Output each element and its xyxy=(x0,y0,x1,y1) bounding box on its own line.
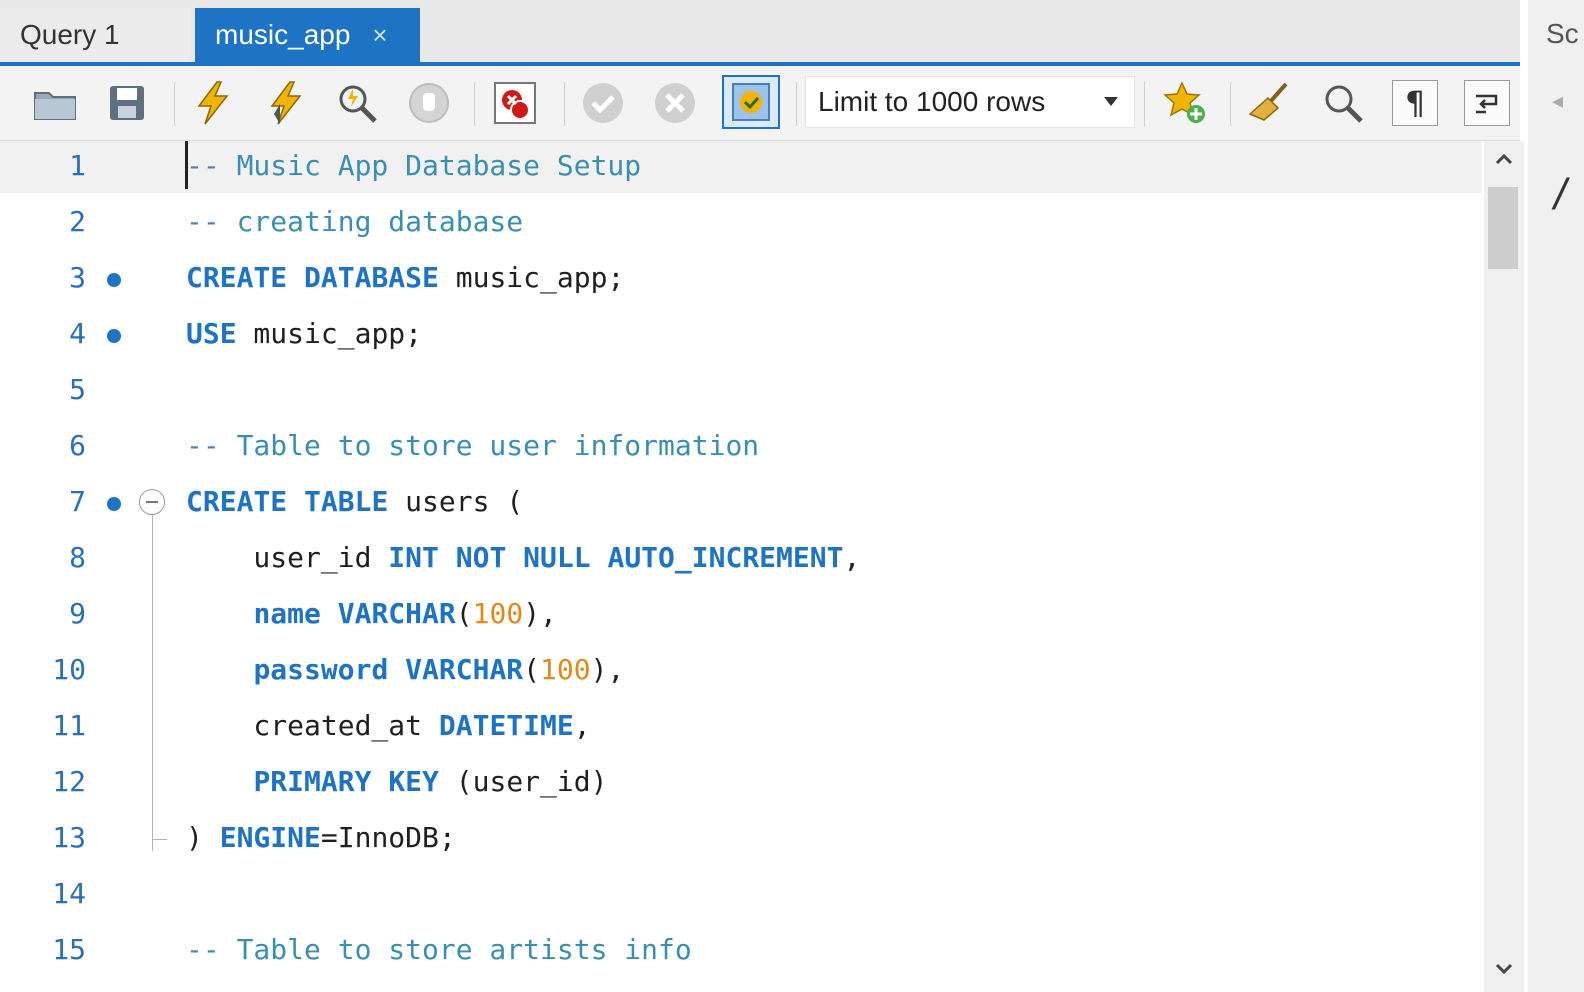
toolbar-separator xyxy=(474,82,475,126)
code-line[interactable]: CREATE TABLE users ( xyxy=(186,485,523,518)
code-line[interactable]: CREATE DATABASE music_app; xyxy=(186,261,624,294)
tab-query-1[interactable]: Query 1 xyxy=(0,8,190,62)
word-wrap-icon[interactable] xyxy=(1464,80,1510,126)
line-number: 5 xyxy=(69,373,86,406)
toolbar-separator xyxy=(174,82,175,126)
statement-marker-dot xyxy=(107,329,121,343)
right-side-panel: Sc ◂ / xyxy=(1528,0,1584,992)
text-cursor xyxy=(185,141,188,189)
beautify-broom-icon[interactable] xyxy=(1248,80,1294,126)
rollback-icon[interactable] xyxy=(652,80,698,126)
sql-editor-toolbar: Limit to 1000 rows ¶ xyxy=(0,66,1520,141)
vertical-scrollbar[interactable] xyxy=(1484,141,1524,992)
autocommit-icon[interactable] xyxy=(722,75,780,129)
code-line[interactable]: -- Table to store user information xyxy=(186,429,759,462)
limit-rows-value: Limit to 1000 rows xyxy=(818,86,1046,117)
limit-rows-select[interactable]: Limit to 1000 rows xyxy=(805,76,1135,128)
code-line[interactable]: PRIMARY KEY (user_id) xyxy=(186,765,607,798)
line-number: 6 xyxy=(69,429,86,462)
close-icon[interactable]: × xyxy=(372,20,387,51)
line-number: 1 xyxy=(69,149,86,182)
editor-tab-bar: Query 1 music_app × xyxy=(0,0,1520,66)
scrollbar-thumb[interactable] xyxy=(1488,187,1518,269)
panel-glyph: / xyxy=(1554,170,1567,219)
explain-icon[interactable] xyxy=(334,80,380,126)
toolbar-separator xyxy=(1230,82,1231,126)
line-number: 10 xyxy=(52,653,86,686)
execute-icon[interactable] xyxy=(190,80,236,126)
tab-label: music_app xyxy=(215,19,351,50)
line-number: 13 xyxy=(52,821,86,854)
sql-code-editor[interactable]: 1 2 3 4 5 6 7 8 9 10 11 12 13 14 15 -- Music App Datab… xyxy=(0,141,1482,992)
line-number: 11 xyxy=(52,709,86,742)
back-arrow-icon[interactable]: ◂ xyxy=(1552,88,1563,114)
code-line[interactable]: ) ENGINE=InnoDB; xyxy=(186,821,456,854)
code-line[interactable]: password VARCHAR(100), xyxy=(186,653,624,686)
line-number: 14 xyxy=(52,877,86,910)
code-line[interactable]: user_id INT NOT NULL AUTO_INCREMENT, xyxy=(186,541,860,574)
add-snippet-star-icon[interactable] xyxy=(1162,80,1208,126)
scroll-down-icon[interactable] xyxy=(1494,959,1514,979)
commit-icon[interactable] xyxy=(580,80,626,126)
line-number: 2 xyxy=(69,205,86,238)
line-number: 12 xyxy=(52,765,86,798)
chevron-down-icon xyxy=(1104,97,1118,106)
line-number: 15 xyxy=(52,933,86,966)
tab-label: Query 1 xyxy=(20,19,120,50)
scroll-up-icon[interactable] xyxy=(1494,149,1514,169)
line-number: 3 xyxy=(69,261,86,294)
execute-current-icon[interactable] xyxy=(262,80,308,126)
code-line[interactable]: -- creating database xyxy=(186,205,523,238)
code-line[interactable]: created_at DATETIME, xyxy=(186,709,590,742)
code-line[interactable]: -- Table to store artists info xyxy=(186,933,692,966)
toolbar-separator xyxy=(1144,82,1145,126)
save-icon[interactable] xyxy=(104,80,150,126)
line-number: 4 xyxy=(69,317,86,350)
line-number: 9 xyxy=(69,597,86,630)
fold-guide-line xyxy=(152,515,153,851)
statement-marker-dot xyxy=(107,497,121,511)
panel-title-stub: Sc xyxy=(1546,18,1579,49)
code-line[interactable]: USE music_app; xyxy=(186,317,422,350)
toolbar-separator xyxy=(796,82,797,126)
toolbar-separator xyxy=(564,82,565,126)
fold-end-marker xyxy=(152,825,167,840)
stop-icon[interactable] xyxy=(406,80,452,126)
line-number: 8 xyxy=(69,541,86,574)
invisible-chars-icon[interactable]: ¶ xyxy=(1392,80,1438,126)
tab-music-app[interactable]: music_app × xyxy=(195,8,420,62)
code-line[interactable]: -- Music App Database Setup xyxy=(186,149,641,182)
fold-toggle-icon[interactable] xyxy=(139,489,165,515)
line-number: 7 xyxy=(69,485,86,518)
statement-marker-dot xyxy=(107,273,121,287)
open-folder-icon[interactable] xyxy=(32,80,78,126)
find-icon[interactable] xyxy=(1320,80,1366,126)
toggle-error-stop-icon[interactable] xyxy=(492,80,538,126)
code-line[interactable]: name VARCHAR(100), xyxy=(186,597,556,630)
